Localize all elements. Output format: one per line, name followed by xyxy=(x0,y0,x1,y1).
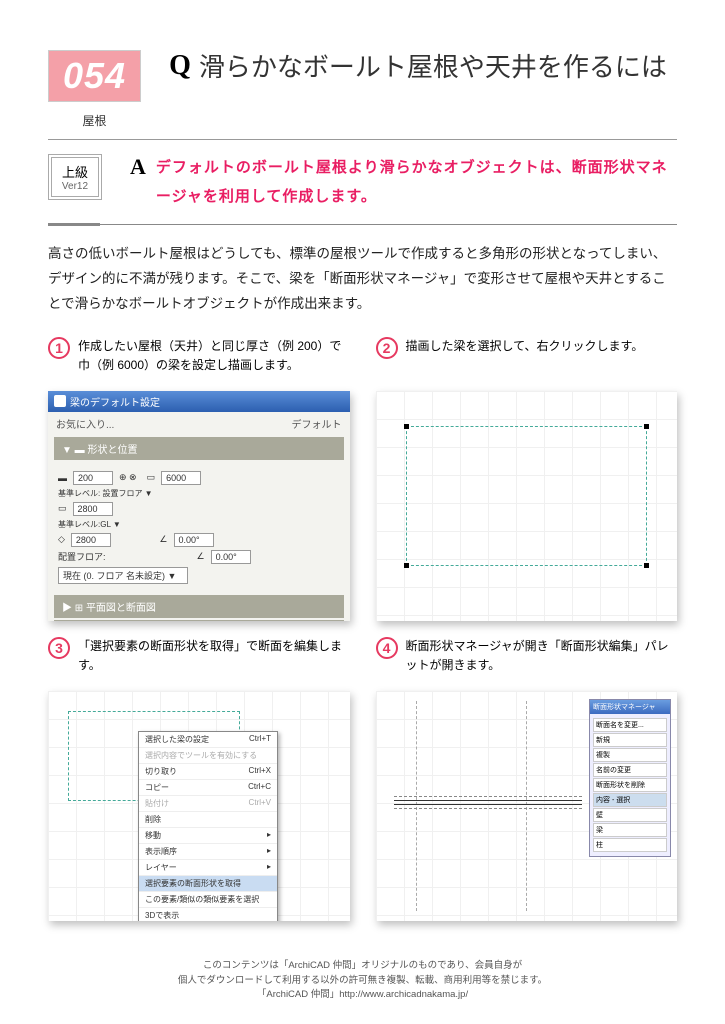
menu-item[interactable]: 3Dで表示 xyxy=(139,908,277,921)
question-block: Q 滑らかなボールト屋根や天井を作るには xyxy=(169,50,677,85)
version-label: Ver12 xyxy=(52,181,98,192)
footer: このコンテンツは「ArchiCAD 仲間」オリジナルのものであり、会員自身が 個… xyxy=(0,959,725,1002)
menu-item[interactable]: 移動▸ xyxy=(139,828,277,844)
palette-item[interactable]: 新規 xyxy=(593,733,667,747)
menu-item[interactable]: コピーCtrl+C xyxy=(139,780,277,796)
answer-row: 上級 Ver12 A デフォルトのボールト屋根より滑らかなオブジェクトは、断面形… xyxy=(48,154,677,211)
height-field-1[interactable]: 2800 xyxy=(73,502,113,516)
reference-level-dropdown[interactable]: 基準レベル:GL ▼ xyxy=(58,519,121,530)
menu-item[interactable]: 削除 xyxy=(139,812,277,828)
shape-position-panel[interactable]: ▼ ▬ 形状と位置 xyxy=(54,437,344,460)
height-field-2[interactable]: 2800 xyxy=(71,533,111,547)
favorites-link[interactable]: お気に入り... xyxy=(56,416,114,431)
palette-item[interactable]: 壁 xyxy=(593,808,667,822)
step-number: 4 xyxy=(376,637,398,659)
menu-item[interactable]: 切り取りCtrl+X xyxy=(139,764,277,780)
steps-grid: 1 作成したい屋根（天井）と同じ厚さ（例 200）で巾（例 6000）の梁を設定… xyxy=(48,337,677,921)
palette-item[interactable]: 梁 xyxy=(593,823,667,837)
footer-line-1: このコンテンツは「ArchiCAD 仲間」オリジナルのものであり、会員自身が xyxy=(0,959,725,973)
palette-section: 内容 - 選択 xyxy=(593,793,667,807)
step-text: 作成したい屋根（天井）と同じ厚さ（例 200）で巾（例 6000）の梁を設定し描… xyxy=(78,337,350,375)
menu-item-get-profile[interactable]: 選択要素の断面形状を取得 xyxy=(139,876,277,892)
step-number: 1 xyxy=(48,337,70,359)
dialog-icon xyxy=(54,395,66,407)
floor-dropdown[interactable]: 基準レベル: 設置フロア ▼ xyxy=(58,488,153,499)
step-2-image xyxy=(376,391,678,621)
badge-wrap: 054 屋根 xyxy=(48,50,141,129)
thickness-field[interactable]: 200 xyxy=(73,471,113,485)
step-1-image: 梁のデフォルト設定 お気に入り...デフォルト ▼ ▬ 形状と位置 ▬ 200 … xyxy=(48,391,350,621)
step-4-image: 断面形状マネージャ 断面名を変更... 新規 複製 名前の変更 断面形状を削除 … xyxy=(376,691,678,921)
header: 054 屋根 Q 滑らかなボールト屋根や天井を作るには xyxy=(48,50,677,129)
answer-text: デフォルトのボールト屋根より滑らかなオブジェクトは、断面形状マネージャを利用して… xyxy=(156,154,677,211)
divider xyxy=(48,139,677,140)
menu-item[interactable]: レイヤー▸ xyxy=(139,860,277,876)
palette-item[interactable]: 柱 xyxy=(593,838,667,852)
menu-item[interactable]: 選択内容でツールを有効にする xyxy=(139,748,277,764)
step-2: 2 描画した梁を選択して、右クリックします。 xyxy=(376,337,678,621)
step-text: 「選択要素の断面形状を取得」で断面を編集します。 xyxy=(78,637,350,675)
context-menu: 選択した梁の設定Ctrl+T 選択内容でツールを有効にする 切り取りCtrl+X… xyxy=(138,731,278,921)
q-mark: Q xyxy=(169,50,191,82)
palette-item[interactable]: 複製 xyxy=(593,748,667,762)
footer-line-2: 個人でダウンロードして利用する以外の許可無き複製、転載、商用利用等を禁じます。 xyxy=(0,974,725,988)
page-number-badge: 054 xyxy=(48,50,141,102)
step-text: 断面形状マネージャが開き「断面形状編集」パレットが開きます。 xyxy=(406,637,678,675)
palette-title: 断面形状マネージャ xyxy=(590,700,670,714)
menu-item[interactable]: 貼付けCtrl+V xyxy=(139,796,277,812)
menu-item[interactable]: 選択した梁の設定Ctrl+T xyxy=(139,732,277,748)
place-floor-label: 配置フロア: xyxy=(58,550,106,563)
question-text: 滑らかなボールト屋根や天井を作るには xyxy=(199,50,667,85)
palette-item[interactable]: 断面名を変更... xyxy=(593,718,667,732)
menu-item[interactable]: この要素/類似の類似要素を選択 xyxy=(139,892,277,908)
category-label: 屋根 xyxy=(83,112,107,129)
beam-outline[interactable] xyxy=(406,426,648,566)
footer-line-3: 「ArchiCAD 仲間」http://www.archicadnakama.j… xyxy=(0,988,725,1002)
level-label: 上級 xyxy=(52,162,98,181)
step-text: 描画した梁を選択して、右クリックします。 xyxy=(406,337,644,356)
width-field[interactable]: 6000 xyxy=(161,471,201,485)
step-number: 2 xyxy=(376,337,398,359)
level-box: 上級 Ver12 xyxy=(48,154,102,200)
step-3-image: 選択した梁の設定Ctrl+T 選択内容でツールを有効にする 切り取りCtrl+X… xyxy=(48,691,350,921)
body-text: 高さの低いボールト屋根はどうしても、標準の屋根ツールで作成すると多角形の形状とな… xyxy=(48,242,677,317)
step-1: 1 作成したい屋根（天井）と同じ厚さ（例 200）で巾（例 6000）の梁を設定… xyxy=(48,337,350,621)
divider-2 xyxy=(48,223,677,226)
step-4: 4 断面形状マネージャが開き「断面形状編集」パレットが開きます。 断面形状マネー… xyxy=(376,637,678,921)
profile-beam xyxy=(394,796,583,810)
menu-item[interactable]: 表示順序▸ xyxy=(139,844,277,860)
palette-item[interactable]: 断面形状を削除 xyxy=(593,778,667,792)
model-panel[interactable]: ▶ ▭ モデル xyxy=(54,620,344,621)
default-label: デフォルト xyxy=(292,416,342,431)
beam-settings-dialog: 梁のデフォルト設定 お気に入り...デフォルト ▼ ▬ 形状と位置 ▬ 200 … xyxy=(48,391,350,621)
a-mark: A xyxy=(130,154,146,180)
dialog-titlebar: 梁のデフォルト設定 xyxy=(48,391,350,412)
step-number: 3 xyxy=(48,637,70,659)
plan-section-panel[interactable]: ▶ ⊞ 平面図と断面図 xyxy=(54,595,344,618)
step-3: 3 「選択要素の断面形状を取得」で断面を編集します。 選択した梁の設定Ctrl+… xyxy=(48,637,350,921)
floor-select[interactable]: 現在 (0. フロア 名未設定) ▼ xyxy=(58,567,188,584)
palette-item[interactable]: 名前の変更 xyxy=(593,763,667,777)
profile-manager-palette[interactable]: 断面形状マネージャ 断面名を変更... 新規 複製 名前の変更 断面形状を削除 … xyxy=(589,699,671,857)
